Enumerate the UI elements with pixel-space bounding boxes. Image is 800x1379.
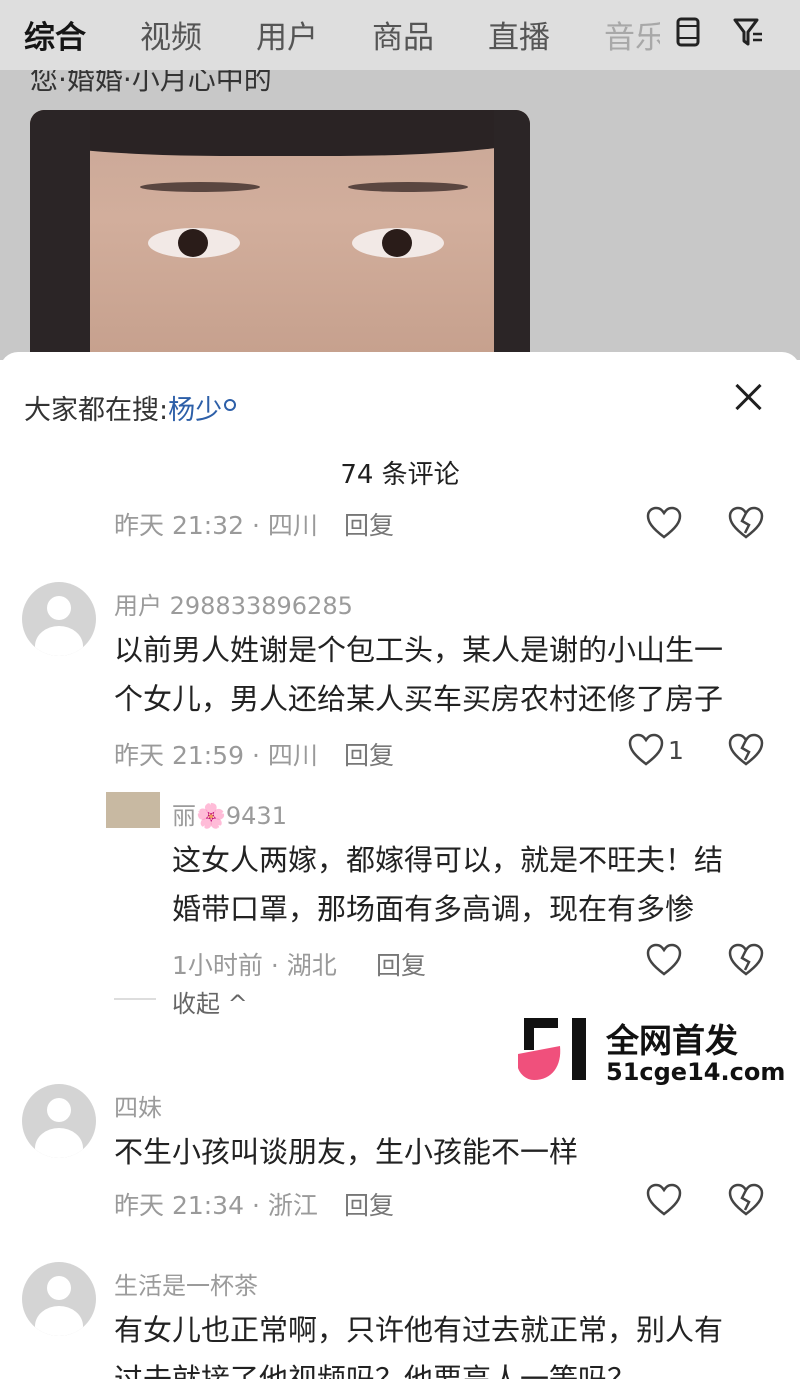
comment-text-line: 过去就接了他视频吗？他要高人一等吗？ bbox=[114, 1362, 637, 1379]
avatar[interactable] bbox=[22, 582, 96, 656]
tab-live[interactable]: 直播 bbox=[488, 12, 550, 57]
tablet-icon[interactable] bbox=[672, 16, 704, 48]
collapse-replies-button[interactable]: 收起 ^ bbox=[172, 984, 248, 1019]
comment-text-line: 不生小孩叫谈朋友，生小孩能不一样 bbox=[114, 1135, 579, 1169]
comment-meta: 昨天 21:59 · 四川 bbox=[114, 741, 318, 770]
comment-text-line: 婚带口罩，那场面有多高调，现在有多惨 bbox=[172, 892, 695, 926]
filter-icon[interactable] bbox=[732, 16, 764, 48]
watermark-line-1: 全网首发 bbox=[606, 1021, 738, 1060]
broken-heart-icon[interactable] bbox=[728, 1183, 764, 1217]
search-icon bbox=[224, 399, 237, 411]
watermark-logo-icon bbox=[518, 1018, 586, 1080]
avatar[interactable] bbox=[22, 1262, 96, 1336]
heart-icon[interactable] bbox=[646, 943, 682, 977]
thumbnail-brow-right bbox=[348, 182, 468, 192]
like-count: 1 bbox=[668, 736, 684, 765]
comment-count: 74 条评论 bbox=[340, 460, 460, 490]
thumbnail-hair-right bbox=[494, 110, 530, 360]
comment-text-line: 有女儿也正常啊，只许他有过去就正常，别人有 bbox=[114, 1313, 724, 1347]
thumbnail-hair-left bbox=[30, 110, 90, 360]
partial-comment-row: 昨天 21:32 · 四川 回复 bbox=[0, 492, 800, 542]
comment-meta: 昨天 21:32 · 四川 bbox=[114, 511, 318, 540]
comment-text-line: 这女人两嫁，都嫁得可以，就是不旺夫！结 bbox=[172, 843, 724, 877]
reply-button[interactable]: 回复 bbox=[344, 736, 394, 772]
close-icon[interactable] bbox=[732, 380, 766, 414]
comment-meta: 昨天 21:34 · 浙江 bbox=[114, 1191, 318, 1220]
hot-search-banner[interactable]: 大家都在搜:杨少 bbox=[24, 388, 237, 427]
thumbnail-eye-right bbox=[352, 228, 444, 258]
reply-button[interactable]: 回复 bbox=[376, 946, 426, 982]
comment-username[interactable]: 生活是一杯茶 bbox=[114, 1266, 258, 1301]
background-search-results: 您·婚婚·小月心中的 bbox=[0, 70, 800, 360]
tab-music[interactable]: 音乐 bbox=[604, 12, 660, 57]
hot-search-label: 大家都在搜: bbox=[24, 395, 169, 426]
heart-icon[interactable] bbox=[646, 1183, 682, 1217]
comment-text-line: 个女儿，男人还给某人买车买房农村还修了房子 bbox=[114, 682, 724, 716]
heart-icon[interactable] bbox=[628, 733, 664, 767]
comment-text-line: 以前男人姓谢是个包工头，某人是谢的小山生一 bbox=[114, 633, 724, 667]
heart-icon[interactable] bbox=[646, 506, 682, 540]
background-result-title: 您·婚婚·小月心中的 bbox=[30, 70, 272, 96]
tab-products[interactable]: 商品 bbox=[372, 12, 434, 57]
tab-video[interactable]: 视频 bbox=[140, 12, 202, 57]
tab-users[interactable]: 用户 bbox=[256, 12, 318, 57]
reply-button[interactable]: 回复 bbox=[344, 1186, 394, 1222]
broken-heart-icon[interactable] bbox=[728, 943, 764, 977]
comment-sheet: 大家都在搜:杨少 74 条评论 昨天 21:32 · 四川 回复 用户 2988… bbox=[0, 352, 800, 1379]
search-tab-bar: 综合 视频 用户 商品 直播 音乐 bbox=[0, 0, 800, 70]
reply-button[interactable]: 回复 bbox=[344, 506, 394, 542]
hot-search-keyword[interactable]: 杨少 bbox=[168, 395, 222, 426]
broken-heart-icon[interactable] bbox=[728, 733, 764, 767]
thumbnail-brow-left bbox=[140, 182, 260, 192]
watermark: 全网首发 51cge14.com bbox=[516, 1018, 786, 1086]
tab-comprehensive[interactable]: 综合 bbox=[24, 12, 86, 57]
comment-username[interactable]: 用户 2988338962​85 bbox=[114, 586, 353, 621]
comment-meta: 1小时前 · 湖北 bbox=[172, 951, 337, 980]
avatar[interactable] bbox=[106, 792, 160, 828]
thumbnail-eye-left bbox=[148, 228, 240, 258]
comment-username[interactable]: 丽🌸9431 bbox=[172, 796, 287, 831]
video-thumbnail[interactable] bbox=[30, 110, 530, 360]
collapse-divider bbox=[114, 998, 156, 1000]
thumbnail-hair bbox=[30, 110, 530, 156]
comment-username[interactable]: 四妹 bbox=[114, 1088, 162, 1123]
watermark-line-2: 51cge14.com bbox=[606, 1058, 786, 1086]
avatar[interactable] bbox=[22, 1084, 96, 1158]
broken-heart-icon[interactable] bbox=[728, 506, 764, 540]
